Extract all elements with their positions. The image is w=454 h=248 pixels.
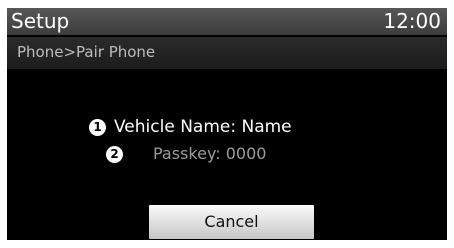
- clock: 12:00: [383, 9, 441, 33]
- page-title: Setup: [11, 9, 70, 33]
- breadcrumb-bar: Phone>Pair Phone: [7, 37, 447, 69]
- vehicle-name-label: Vehicle Name: Name: [114, 117, 292, 137]
- breadcrumb: Phone>Pair Phone: [17, 43, 156, 61]
- cancel-button[interactable]: Cancel: [149, 205, 314, 239]
- passkey-label: Passkey: 0000: [153, 144, 267, 163]
- head-unit-screen: Setup 12:00 Phone>Pair Phone 1 Vehicle N…: [7, 8, 447, 240]
- title-bar: Setup 12:00: [7, 8, 447, 35]
- callout-marker-1: 1: [89, 119, 106, 136]
- callout-marker-2: 2: [106, 146, 123, 163]
